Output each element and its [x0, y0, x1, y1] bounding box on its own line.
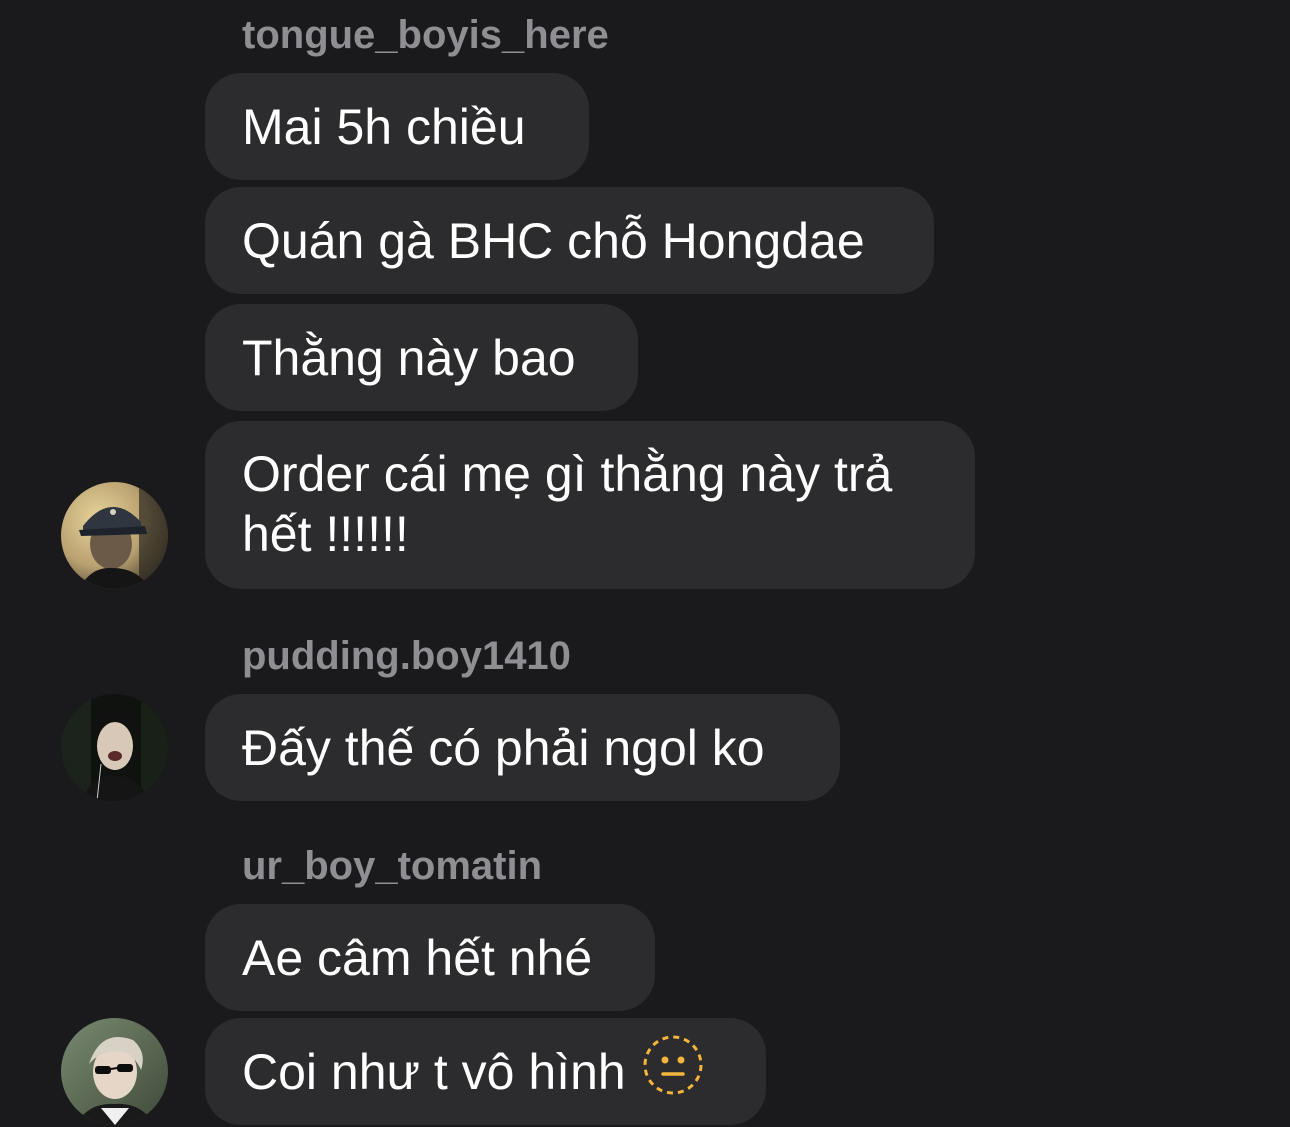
- message-bubble[interactable]: Order cái mẹ gì thằng này trả hết !!!!!!: [205, 421, 975, 589]
- chat-thread: tongue_boyis_here Mai 5h chiều Quán gà B…: [0, 0, 1290, 1127]
- message-text: Đấy thế có phải ngol ko: [242, 719, 765, 776]
- avatar[interactable]: [61, 482, 168, 589]
- message-text: Order cái mẹ gì thằng này trả hết !!!!!!: [242, 446, 893, 562]
- message-text: Mai 5h chiều: [242, 98, 526, 155]
- message-text: Ae câm hết nhé: [242, 929, 593, 986]
- message-bubble[interactable]: Mai 5h chiều: [205, 73, 589, 180]
- sender-name[interactable]: pudding.boy1410: [242, 633, 571, 679]
- avatar[interactable]: [61, 694, 168, 801]
- message-bubble[interactable]: Ae câm hết nhé: [205, 904, 655, 1011]
- dotted-line-neutral-face-icon: [642, 1034, 704, 1109]
- avatar-photo-sunglasses: [61, 1018, 168, 1125]
- message-bubble[interactable]: Quán gà BHC chỗ Hongdae: [205, 187, 934, 294]
- sender-name[interactable]: ur_boy_tomatin: [242, 843, 542, 889]
- sender-name[interactable]: tongue_boyis_here: [242, 12, 609, 58]
- message-text: Quán gà BHC chỗ Hongdae: [242, 212, 865, 269]
- avatar[interactable]: [61, 1018, 168, 1125]
- message-bubble[interactable]: Thằng này bao: [205, 304, 638, 411]
- message-text: Thằng này bao: [242, 329, 576, 386]
- avatar-photo-beanie: [61, 694, 168, 801]
- message-bubble[interactable]: Đấy thế có phải ngol ko: [205, 694, 840, 801]
- avatar-photo-cap: [61, 482, 168, 589]
- message-text: Coi như t vô hình: [242, 1043, 626, 1100]
- message-bubble[interactable]: Coi như t vô hình: [205, 1018, 766, 1125]
